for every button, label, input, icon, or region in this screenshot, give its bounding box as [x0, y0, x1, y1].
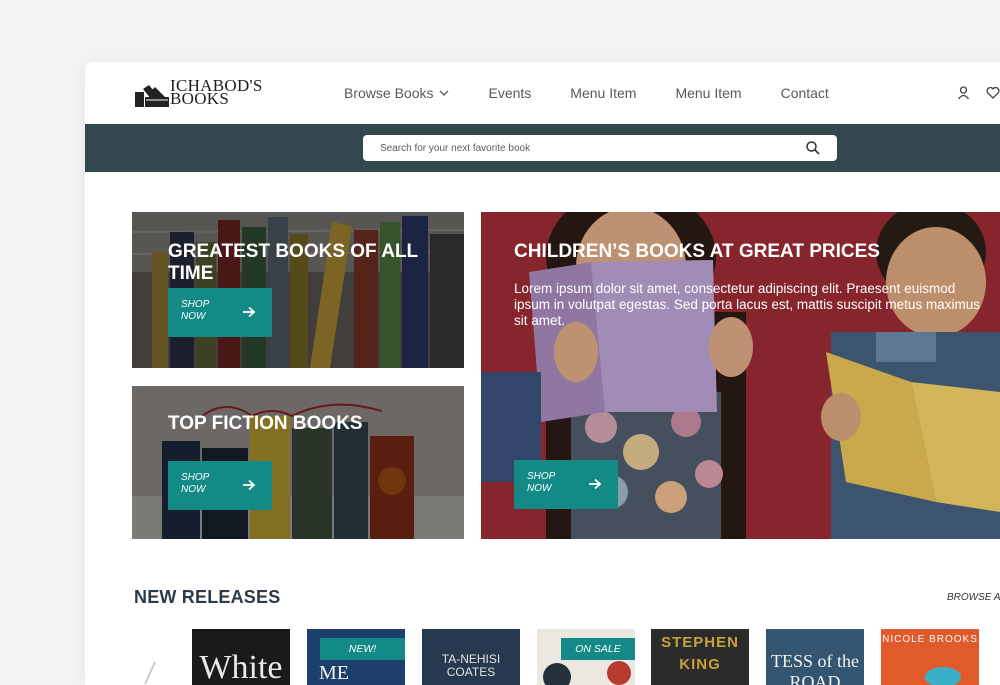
arrow-right-icon [243, 306, 256, 318]
tile-description: Lorem ipsum dolor sit amet, consectetur … [514, 281, 980, 328]
book-cover-text: White [199, 649, 283, 685]
shop-now-button[interactable]: SHOP NOW [168, 288, 272, 337]
book-cover-text: ME [319, 662, 349, 684]
nav-item-label: Menu Item [570, 85, 637, 101]
book-cover[interactable]: White [192, 629, 290, 685]
nav-item-label: Menu Item [675, 85, 742, 101]
shop-now-button[interactable]: SHOP NOW [168, 461, 272, 510]
on-sale-badge: ON SALE [561, 638, 635, 660]
search-band [85, 124, 1000, 172]
section-title-new-releases: NEW RELEASES [134, 587, 281, 607]
header-actions [957, 86, 1000, 105]
nav-item-label: Contact [780, 85, 829, 101]
book-cover[interactable]: STEPHEN KING [651, 629, 749, 685]
carousel-prev-icon[interactable] [141, 660, 157, 685]
book-cover[interactable]: ME NEW! [307, 629, 405, 685]
search-input[interactable] [380, 140, 780, 156]
tile-title: TOP FICTION BOOKS [168, 413, 363, 434]
shop-now-label: SHOP NOW [181, 299, 209, 322]
arrow-right-icon [589, 478, 602, 490]
site-logo[interactable]: ICHABOD'S BOOKS [135, 77, 263, 107]
book-cover-text: STEPHEN KING [661, 634, 739, 673]
book-cover[interactable]: TA-NEHISI COATES [422, 629, 520, 685]
shop-now-label: SHOP NOW [527, 471, 555, 494]
book-cover[interactable]: NICOLE BROOKS [881, 629, 979, 685]
promo-tile-childrens-books[interactable]: CHILDREN’S BOOKS AT GREAT PRICES Lorem i… [481, 212, 1000, 539]
browse-all-link[interactable]: BROWSE A [947, 592, 1000, 603]
arrow-right-icon [243, 479, 256, 491]
user-icon[interactable] [957, 86, 970, 105]
nav-item-events[interactable]: Events [488, 85, 531, 101]
books-logo-icon [135, 83, 169, 107]
search-icon[interactable] [805, 140, 821, 156]
shop-now-button[interactable]: SHOP NOW [514, 460, 618, 509]
site-header: ICHABOD'S BOOKS Browse Books Events Menu… [85, 62, 1000, 124]
book-cover-text: TA-NEHISI COATES [441, 652, 501, 679]
promo-tile-greatest-books[interactable]: GREATEST BOOKS OF ALL TIME SHOP NOW [132, 212, 464, 368]
tile-title: GREATEST BOOKS OF ALL TIME [168, 241, 418, 284]
shop-now-label: SHOP NOW [181, 472, 209, 495]
book-cover-text: NICOLE BROOKS [882, 634, 978, 645]
site-logo-text: ICHABOD'S BOOKS [170, 77, 263, 107]
nav-item-menu-2[interactable]: Menu Item [675, 85, 741, 101]
main-nav: Browse Books Events Menu Item Menu Item … [344, 85, 868, 101]
nav-item-browse-books[interactable]: Browse Books [344, 85, 449, 101]
heart-icon[interactable] [986, 86, 1000, 105]
new-badge: NEW! [320, 638, 405, 660]
page-frame: ICHABOD'S BOOKS Browse Books Events Menu… [85, 62, 1000, 685]
book-cover[interactable]: ON SALE [537, 629, 635, 685]
nav-item-label: Browse Books [344, 85, 434, 101]
nav-item-label: Events [488, 85, 532, 101]
nav-item-menu-1[interactable]: Menu Item [570, 85, 636, 101]
tile-title: CHILDREN’S BOOKS AT GREAT PRICES [514, 241, 880, 262]
chevron-down-icon [440, 90, 449, 96]
promo-tile-top-fiction[interactable]: TOP FICTION BOOKS SHOP NOW [132, 386, 464, 539]
book-cover-text: TESS of the ROAD [771, 651, 859, 685]
nav-item-contact[interactable]: Contact [781, 85, 829, 101]
book-cover[interactable]: TESS of the ROAD [766, 629, 864, 685]
search-bar [363, 135, 837, 161]
